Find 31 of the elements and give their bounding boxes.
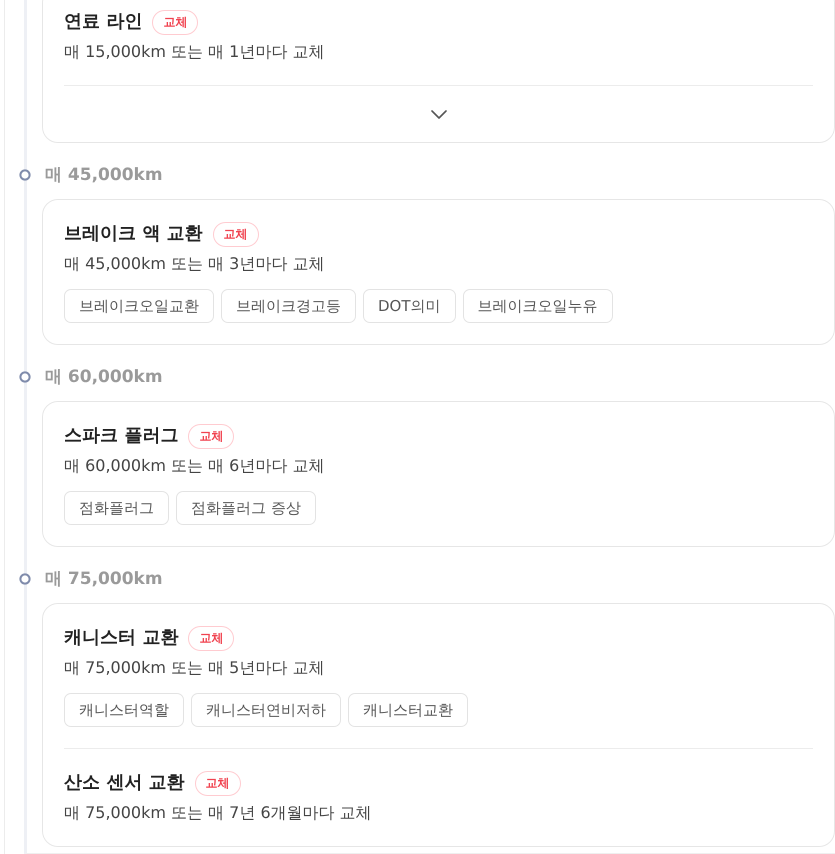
interval-text: 매 15,000km 또는 매 1년마다 교체 [64,41,326,63]
interval-text: 매 75,000km 또는 매 7년 6개월마다 교체 [64,802,373,824]
tag-chip[interactable]: DOT의미 [363,289,456,323]
milestone-heading: 매 60,000km [45,366,163,389]
milestone-heading: 매 75,000km [45,568,163,591]
status-badge: 교체 [188,424,234,448]
interval-text: 매 60,000km 또는 매 6년마다 교체 [64,455,326,477]
status-badge: 교체 [194,770,241,796]
tag-chip[interactable]: 캐니스터연비저하 [191,693,341,727]
tag-chip[interactable]: 브레이크오일교환 [64,289,214,323]
status-badge: 교체 [212,222,259,246]
chevron-down-icon [430,110,446,118]
item-title: 산소 센서 교환 [64,771,185,795]
timeline-dot-icon [19,573,31,585]
timeline-dot-icon [19,169,31,181]
status-badge: 교체 [188,626,234,650]
interval-text: 매 75,000km 또는 매 5년마다 교체 [64,657,326,679]
item-title: 연료 라인 [64,10,142,34]
tag-chip[interactable]: 브레이크오일누유 [462,289,613,323]
tag-chip[interactable]: 점화플러그 증상 [176,491,316,525]
item-title: 캐니스터 교환 [64,626,178,650]
item-title: 브레이크 액 교환 [64,222,203,246]
tag-chip[interactable]: 브레이크경고등 [221,289,356,323]
tag-chip[interactable]: 캐니스터역할 [64,693,184,727]
item-title: 스파크 플러그 [64,424,178,448]
milestone-heading: 매 45,000km [45,164,163,187]
tag-chip[interactable]: 캐니스터교환 [348,693,468,727]
tag-chip[interactable]: 점화플러그 [64,491,169,525]
interval-text: 매 45,000km 또는 매 3년마다 교체 [64,253,326,275]
timeline-dot-icon [19,371,31,383]
status-badge: 교체 [152,10,198,34]
